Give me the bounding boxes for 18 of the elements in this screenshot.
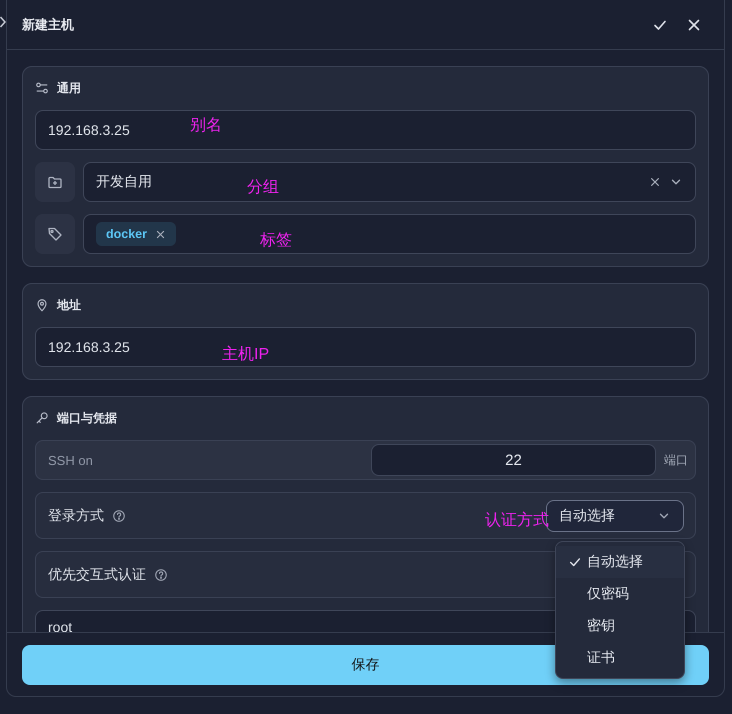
annotation-label: 主机IP (222, 344, 270, 365)
annotation-label: 别名 (190, 116, 222, 136)
annotation-label: 分组 (247, 178, 279, 198)
port-unit: 端口 (664, 452, 688, 468)
tag-chip[interactable]: docker (96, 222, 176, 246)
menu-option[interactable]: 自动选择 (556, 546, 684, 578)
port-field[interactable]: 22 (371, 444, 656, 476)
section-title: 地址 (57, 296, 81, 314)
setting-label: 优先交互式认证 (48, 566, 146, 584)
section-title: 通用 (57, 80, 81, 96)
setting-label: 登录方式 (48, 506, 104, 524)
annotation-label: 标签 (260, 231, 292, 251)
annotation-label: 认证方式 (485, 510, 549, 531)
menu-option[interactable]: 证书 (556, 642, 684, 674)
section-title: 端口与凭据 (57, 410, 117, 426)
menu-option[interactable]: 仅密码 (556, 578, 684, 610)
dialog-title: 新建主机 (22, 16, 75, 34)
port-label: SSH on (48, 452, 94, 468)
